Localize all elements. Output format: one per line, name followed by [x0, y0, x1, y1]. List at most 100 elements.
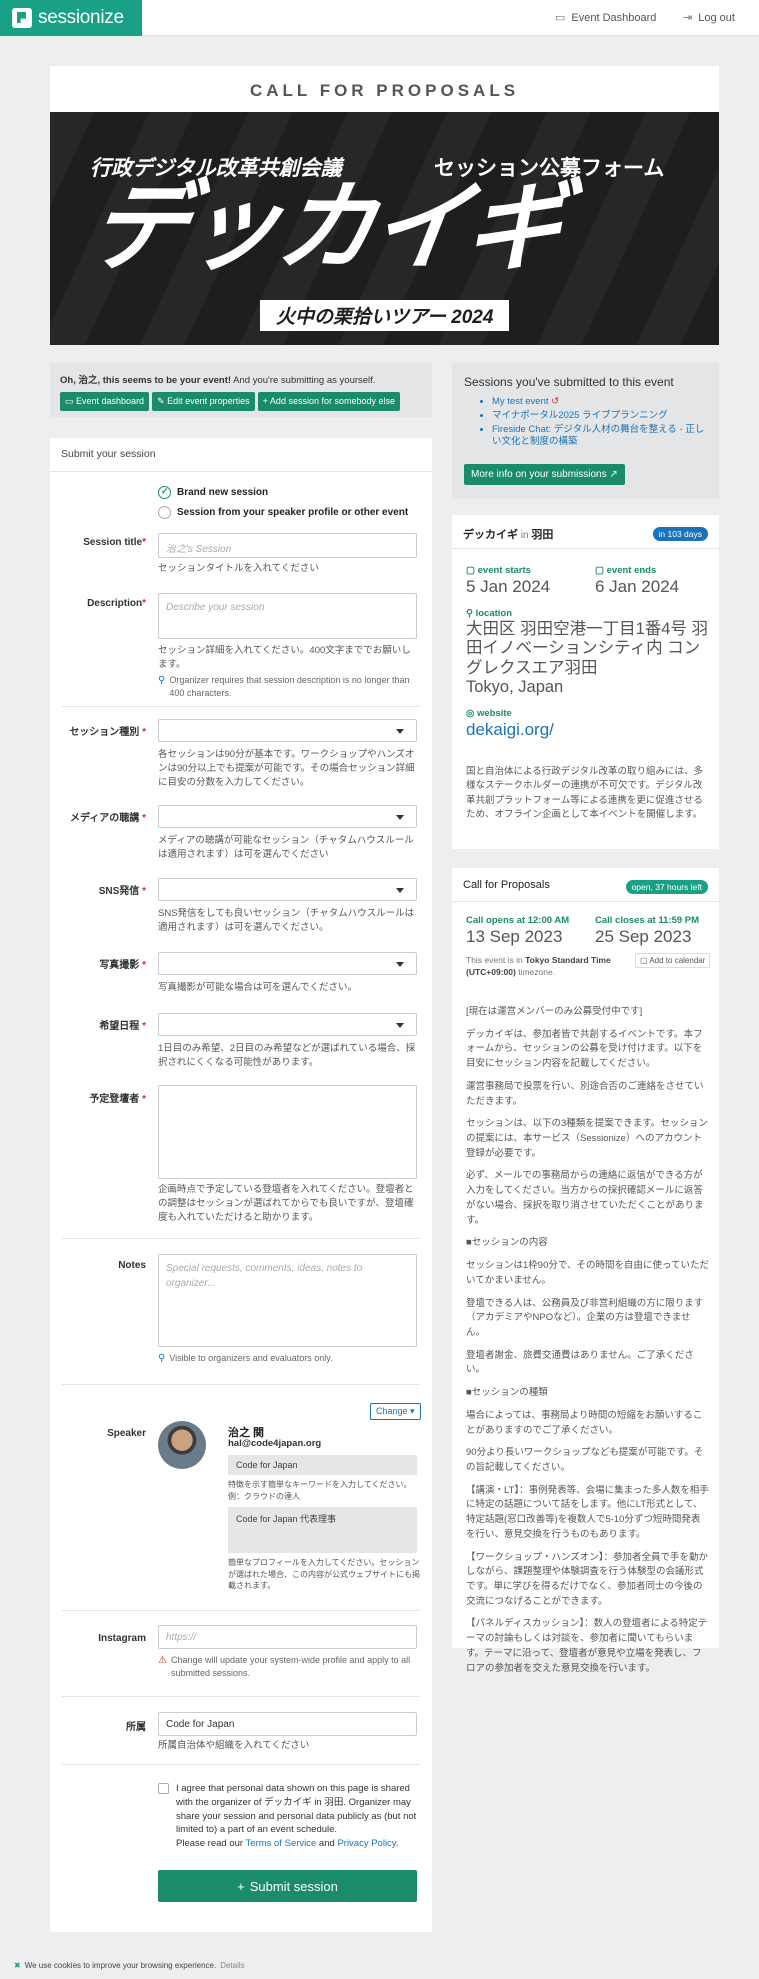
preferred-date-select[interactable]	[158, 1013, 417, 1036]
cfp-paragraph: デッカイギは、参加者皆で共創するイベントです。本フォームから、セッションの公募を…	[466, 1028, 703, 1070]
instagram-input[interactable]: https://	[158, 1625, 417, 1649]
globe-icon: ◎	[466, 708, 477, 719]
close-icon[interactable]: ✖	[14, 1961, 21, 1970]
media-label: メディアの聴講 *	[70, 813, 146, 824]
website-link[interactable]: dekaigi.org/	[466, 720, 554, 740]
banner-subtitle: 火中の栗拾いツアー 2024	[260, 300, 510, 331]
notice-buttons: ▭ Event dashboard ✎ Edit event propertie…	[60, 392, 422, 411]
event-banner: 行政デジタル改革共創会議 セッション公募フォーム デッカイギ 火中の栗拾いツアー…	[50, 112, 719, 345]
speaker-email: hal@code4japan.org	[228, 1438, 322, 1449]
photo-select[interactable]	[158, 952, 417, 975]
event-starts-label: ▢ event starts	[466, 565, 531, 576]
more-info-button[interactable]: More info on your submissions ↗	[464, 464, 625, 485]
cfp-paragraph: 登壇できる人は、公務員及び非営利組織の方に限ります（アカデミアやNPOなど）。企…	[466, 1297, 704, 1338]
planned-speakers-textarea[interactable]	[158, 1085, 417, 1179]
cfp-description: [現在は運営メンバーのみ公募受付中です] デッカイギは、参加者皆で共創するイベン…	[466, 1005, 709, 1684]
location-pin-icon: ⚲	[466, 608, 476, 619]
location-value: 大田区 羽田空港一丁目1番4号 羽田イノベーションシティ内 コングレクスエア羽田…	[466, 620, 709, 697]
radio-session-from-profile[interactable]: Session from your speaker profile or oth…	[158, 506, 408, 519]
calendar-icon: ▢	[595, 565, 607, 576]
session-title-help: セッションタイトルを入れてください	[158, 563, 319, 574]
cfp-paragraph: 90分より長いワークショップなども提案が可能です。その旨記載してください。	[466, 1447, 704, 1473]
undo-icon: ↺	[551, 396, 560, 407]
submitted-sessions-title: Sessions you've submitted to this event	[464, 375, 674, 389]
event-ends-label: ▢ event ends	[595, 565, 657, 576]
privacy-link[interactable]: Privacy Policy	[337, 1838, 395, 1849]
description-help: セッション詳細を入れてください。400文字まででお願いします。	[158, 645, 411, 670]
logout-link[interactable]: ⇥ Log out	[683, 11, 735, 25]
list-item[interactable]: マイナポータル2025 ライブプランニング	[492, 410, 707, 423]
instagram-hint: ⚠ Change will update your system-wide pro…	[158, 1655, 411, 1678]
event-start-date: 5 Jan 2024	[466, 577, 551, 596]
tagline-field[interactable]: Code for Japan	[228, 1455, 417, 1475]
call-for-proposals-panel: Call for Proposals open, 37 hours left C…	[452, 868, 719, 1674]
add-to-calendar-button[interactable]: ▢ Add to calendar	[635, 953, 711, 968]
sessionize-logo[interactable]: sessionize	[0, 0, 142, 36]
sns-help: SNS発信をしても良いセッション（チャタムハウスルールは適用されます）は可を選ん…	[158, 908, 415, 933]
call-opens-label: Call opens at 12:00 AM	[466, 915, 570, 926]
divider	[62, 1384, 420, 1385]
location-label: ⚲ location	[466, 608, 513, 619]
warning-icon: ⚠	[158, 1655, 167, 1666]
radio-brand-new-session[interactable]: Brand new session	[158, 486, 268, 499]
form-heading: Submit your session	[50, 438, 432, 472]
dashboard-icon: ▭	[555, 12, 566, 24]
affiliation-help: 所属自治体や組織を入れてください	[158, 1740, 310, 1751]
logo-text: sessionize	[38, 7, 124, 28]
radio-unchecked-icon	[158, 506, 171, 519]
edit-event-properties-label: Edit event properties	[167, 396, 250, 406]
event-dashboard-button[interactable]: ▭ Event dashboard	[60, 392, 150, 411]
list-item[interactable]: My test event ↺	[492, 396, 707, 409]
session-type-help: 各セッションは90分が基本です。ワークショップやハンズオンは90分以上でも提案が…	[158, 749, 415, 788]
description-hint: ⚲ Organizer requires that session descrip…	[158, 675, 410, 698]
edit-event-properties-button[interactable]: ✎ Edit event properties	[152, 392, 255, 411]
photo-help: 写真撮影が可能な場合は可を選んでください。	[158, 982, 358, 993]
affiliation-label: 所属	[126, 1722, 146, 1733]
event-end-date: 6 Jan 2024	[595, 577, 680, 596]
logout-icon: ⇥	[683, 12, 693, 24]
preferred-date-label: 希望日程 *	[99, 1021, 146, 1032]
top-nav: sessionize ▭ Event Dashboard ⇥ Log out	[0, 0, 759, 36]
cfp-paragraph: 【ワークショップ・ハンズオン】：参加者全員で手を動かしながら、課題整理や体験調査…	[466, 1551, 709, 1607]
media-select[interactable]	[158, 805, 417, 828]
radio-checked-icon	[158, 486, 171, 499]
submit-session-form: Submit your session Brand new session Se…	[50, 438, 432, 1932]
cfp-paragraph: ■セッションの種類	[466, 1387, 548, 1399]
tagline-help: 特徴を示す簡単なキーワードを入力してください。例：クラウドの達人	[228, 1480, 412, 1501]
page-title: CALL FOR PROPOSALS	[249, 81, 520, 100]
calendar-icon: ▢	[640, 956, 650, 965]
cfp-paragraph: 【パネルディスカッション】：数人の登壇者による特定テーマの討論もしくは対談を、参…	[466, 1618, 708, 1674]
radio-brand-new-label: Brand new session	[177, 487, 269, 498]
submit-session-label: Submit session	[249, 1878, 338, 1894]
timezone-note: This event is in Tokyo Standard Time (UT…	[466, 955, 611, 978]
notes-hint: ⚲ Visible to organizers and evaluators on…	[158, 1353, 333, 1364]
event-description: 国と自治体による行政デジタル改革の取り組みには、多様なステークホルダーの連携が不…	[466, 766, 704, 820]
bio-help: 簡単なプロフィールを入力してください。セッションが選ばれた場合、この内容が公式ウ…	[228, 1558, 420, 1591]
sns-select[interactable]	[158, 878, 417, 901]
session-type-select[interactable]	[158, 719, 417, 742]
change-speaker-button[interactable]: Change ▾	[370, 1403, 421, 1420]
call-closes-label: Call closes at 11:59 PM	[595, 915, 700, 926]
notice-bold: Oh, 治之, this seems to be your event!	[60, 375, 232, 386]
submit-session-button[interactable]: + Submit session	[158, 1870, 417, 1902]
notes-textarea[interactable]: Special requests, comments, ideas, notes…	[158, 1254, 417, 1347]
terms-link[interactable]: Terms of Service	[246, 1838, 317, 1849]
call-opens-date: 13 Sep 2023	[466, 927, 563, 946]
add-session-for-somebody-button[interactable]: + Add session for somebody else	[257, 392, 400, 411]
plus-icon: +	[237, 1878, 245, 1894]
event-dashboard-link[interactable]: ▭ Event Dashboard	[555, 11, 656, 25]
list-item[interactable]: Fireside Chat: デジタル人材の舞台を整える - 正しい文化と制度の…	[492, 424, 707, 450]
event-dashboard-button-label: Event dashboard	[76, 396, 145, 406]
session-title-label: Session title*	[83, 537, 146, 548]
session-title-input[interactable]: 治之's Session	[158, 533, 417, 558]
bio-field[interactable]: Code for Japan 代表理事	[228, 1507, 417, 1553]
description-textarea[interactable]: Describe your session	[158, 593, 417, 639]
instagram-label: Instagram	[98, 1633, 146, 1644]
cfp-paragraph: [現在は運営メンバーのみ公募受付中です]	[466, 1006, 643, 1017]
preferred-date-help: 1日目のみ希望、2日目のみ希望などが選ばれている場合、採択されにくくなる可能性が…	[158, 1043, 416, 1068]
affiliation-input[interactable]: Code for Japan	[158, 1712, 417, 1736]
consent-checkbox[interactable]	[158, 1783, 169, 1794]
notice-rest: And you're submitting as yourself.	[231, 375, 376, 386]
event-info-panel: デッカイギ in 羽田 in 103 days ▢ event starts 5…	[452, 515, 719, 849]
cookie-details-link[interactable]: Details	[220, 1961, 244, 1970]
